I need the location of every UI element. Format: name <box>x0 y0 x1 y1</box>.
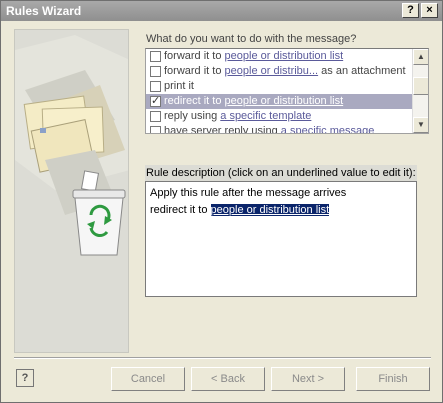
back-button[interactable]: < Back <box>191 367 265 391</box>
action-text: redirect it to <box>164 95 225 107</box>
action-checkbox-checked[interactable] <box>150 94 161 109</box>
wizard-illustration <box>14 29 129 353</box>
action-item-server-reply[interactable]: have server reply using a specific messa… <box>146 124 412 134</box>
rule-description-line2: redirect it to people or distribution li… <box>150 202 412 219</box>
title-close-button[interactable]: × <box>421 3 438 18</box>
action-item-forward[interactable]: forward it to people or distribution lis… <box>146 49 412 64</box>
action-checkbox[interactable] <box>150 51 161 62</box>
action-checkbox[interactable] <box>150 126 161 133</box>
help-button[interactable]: ? <box>16 369 34 387</box>
action-text: reply using <box>164 110 221 122</box>
action-item-forward-attachment[interactable]: forward it to people or distribu... as a… <box>146 64 412 79</box>
action-link[interactable]: people or distribution list <box>225 95 344 107</box>
action-text: forward it to <box>164 65 225 77</box>
action-text: forward it to <box>164 50 225 62</box>
action-suffix: as an attachment <box>318 65 406 77</box>
action-item-reply-template[interactable]: reply using a specific template <box>146 109 412 124</box>
rule-description-box: Apply this rule after the message arrive… <box>145 181 417 297</box>
action-text: print it <box>164 80 194 92</box>
actions-scrollbar[interactable]: ▲ ▼ <box>412 49 428 133</box>
rule-description-line1: Apply this rule after the message arrive… <box>150 187 347 199</box>
rule-description-text: redirect it to <box>150 204 211 216</box>
rule-description-link[interactable]: people or distribution list <box>210 204 330 216</box>
title-help-button[interactable]: ? <box>402 3 419 18</box>
scroll-up-icon[interactable]: ▲ <box>413 49 428 65</box>
scroll-down-icon[interactable]: ▼ <box>413 117 428 133</box>
window-title: Rules Wizard <box>6 4 82 18</box>
action-item-print[interactable]: print it <box>146 79 412 94</box>
envelopes-recycle-illustration-icon <box>15 35 128 256</box>
action-link[interactable]: a specific message <box>281 125 375 133</box>
actions-list[interactable]: forward it to people or distribution lis… <box>145 48 429 134</box>
action-link[interactable]: people or distribu... <box>225 65 319 77</box>
footer-separator <box>14 357 431 359</box>
action-checkbox[interactable] <box>150 66 161 77</box>
action-checkbox[interactable] <box>150 111 161 122</box>
rules-wizard-dialog: Rules Wizard ? × What do you want to do … <box>0 0 443 403</box>
action-item-redirect[interactable]: redirect it to people or distribution li… <box>146 94 412 109</box>
next-button[interactable]: Next > <box>271 367 345 391</box>
rule-description-label: Rule description (click on an underlined… <box>145 165 417 181</box>
action-link[interactable]: people or distribution list <box>225 50 344 62</box>
scroll-thumb[interactable] <box>413 77 428 95</box>
action-checkbox[interactable] <box>150 81 161 92</box>
finish-button[interactable]: Finish <box>356 367 430 391</box>
actions-prompt-label: What do you want to do with the message? <box>146 33 357 45</box>
action-link[interactable]: a specific template <box>220 110 311 122</box>
cancel-button[interactable]: Cancel <box>111 367 185 391</box>
title-bar: Rules Wizard ? × <box>1 1 442 21</box>
action-text: have server reply using <box>164 125 281 134</box>
